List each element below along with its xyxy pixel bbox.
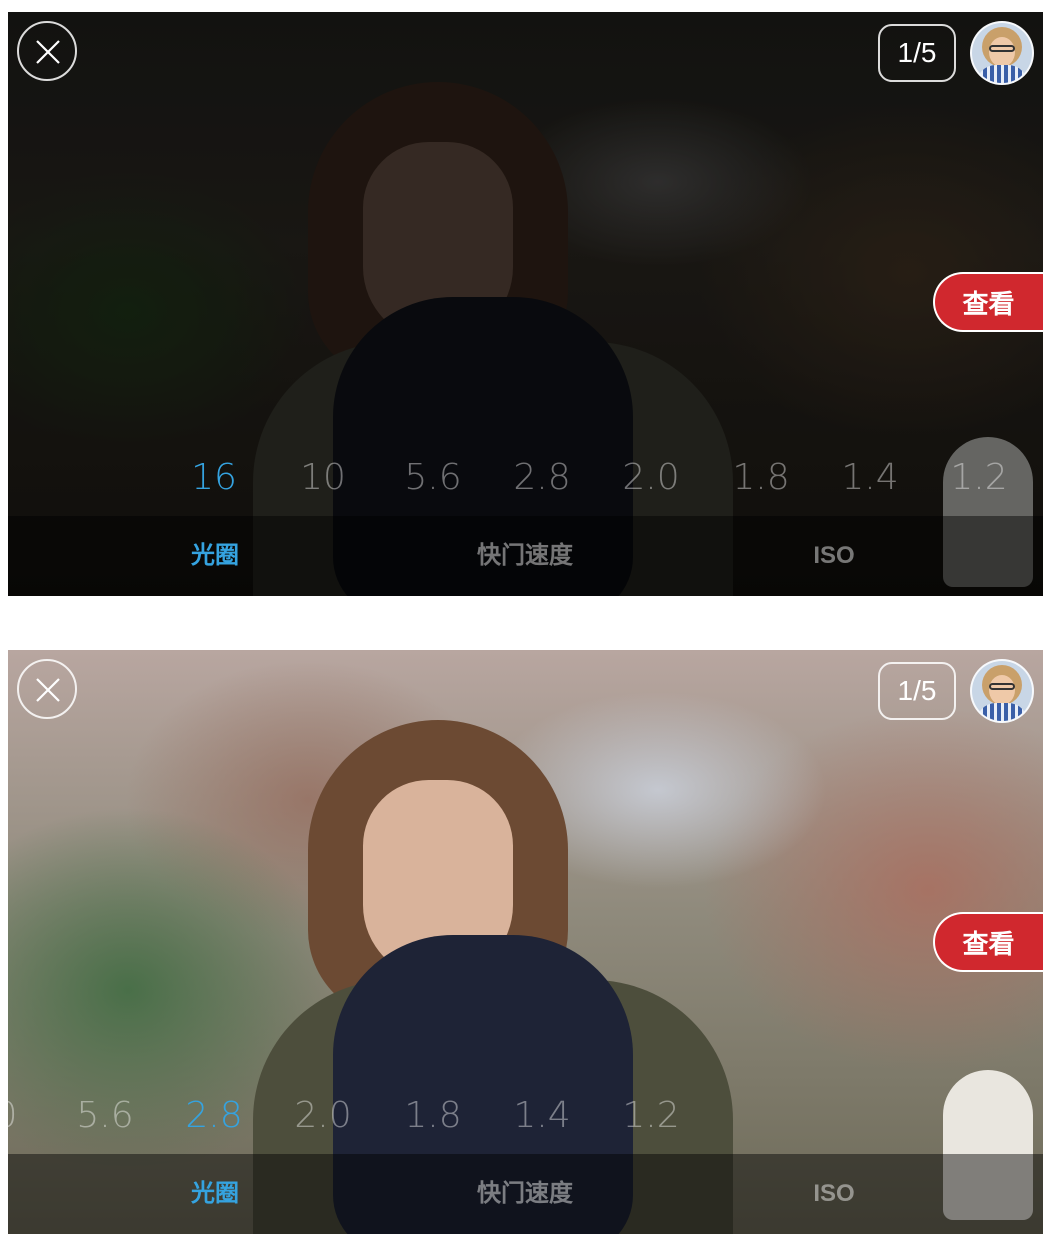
aperture-stop[interactable]: 10 (283, 455, 363, 501)
view-button[interactable]: 查看 (933, 912, 1043, 972)
close-icon (36, 40, 60, 64)
close-button[interactable] (17, 21, 77, 81)
page-counter: 1/5 (878, 24, 956, 82)
camera-screen-dark: 1/5 查看 16 10 5.6 2.8 2.0 1.8 1.4 1.2 光圈 … (8, 12, 1043, 596)
tab-iso[interactable]: ISO (734, 516, 934, 596)
aperture-scale[interactable]: 0 5.6 2.8 2.0 1.8 1.4 1.2 (8, 1093, 1043, 1143)
page-counter: 1/5 (878, 662, 956, 720)
aperture-stop[interactable]: 5.6 (65, 1093, 145, 1139)
camera-screen-bright: 1/5 查看 0 5.6 2.8 2.0 1.8 1.4 1.2 光圈 快门速度… (8, 650, 1043, 1234)
user-avatar[interactable] (970, 659, 1034, 723)
aperture-scale[interactable]: 16 10 5.6 2.8 2.0 1.8 1.4 1.2 (8, 455, 1043, 505)
aperture-stop[interactable]: 1.2 (611, 1093, 691, 1139)
aperture-stop[interactable]: 0 (8, 1093, 46, 1139)
aperture-stop[interactable]: 16 (174, 455, 254, 501)
aperture-stop[interactable]: 1.8 (721, 455, 801, 501)
aperture-stop[interactable]: 5.6 (393, 455, 473, 501)
user-avatar[interactable] (970, 21, 1034, 85)
aperture-stop[interactable]: 1.8 (393, 1093, 473, 1139)
settings-tab-bar: 光圈 快门速度 ISO (8, 1154, 1043, 1234)
aperture-stop[interactable]: 1.2 (939, 455, 1019, 501)
aperture-stop[interactable]: 1.4 (830, 455, 910, 501)
aperture-stop[interactable]: 2.8 (174, 1093, 254, 1139)
tab-shutter-speed[interactable]: 快门速度 (425, 516, 625, 596)
tab-shutter-speed[interactable]: 快门速度 (425, 1154, 625, 1234)
aperture-stop[interactable]: 2.0 (611, 455, 691, 501)
close-button[interactable] (17, 659, 77, 719)
view-button[interactable]: 查看 (933, 272, 1043, 332)
tab-iso[interactable]: ISO (734, 1154, 934, 1234)
tab-aperture[interactable]: 光圈 (115, 1154, 315, 1234)
aperture-stop[interactable]: 1.4 (502, 1093, 582, 1139)
aperture-stop[interactable]: 2.0 (283, 1093, 363, 1139)
close-icon (36, 678, 60, 702)
photo-background (8, 650, 1043, 1234)
aperture-stop[interactable]: 2.8 (502, 455, 582, 501)
settings-tab-bar: 光圈 快门速度 ISO (8, 516, 1043, 596)
tab-aperture[interactable]: 光圈 (115, 516, 315, 596)
